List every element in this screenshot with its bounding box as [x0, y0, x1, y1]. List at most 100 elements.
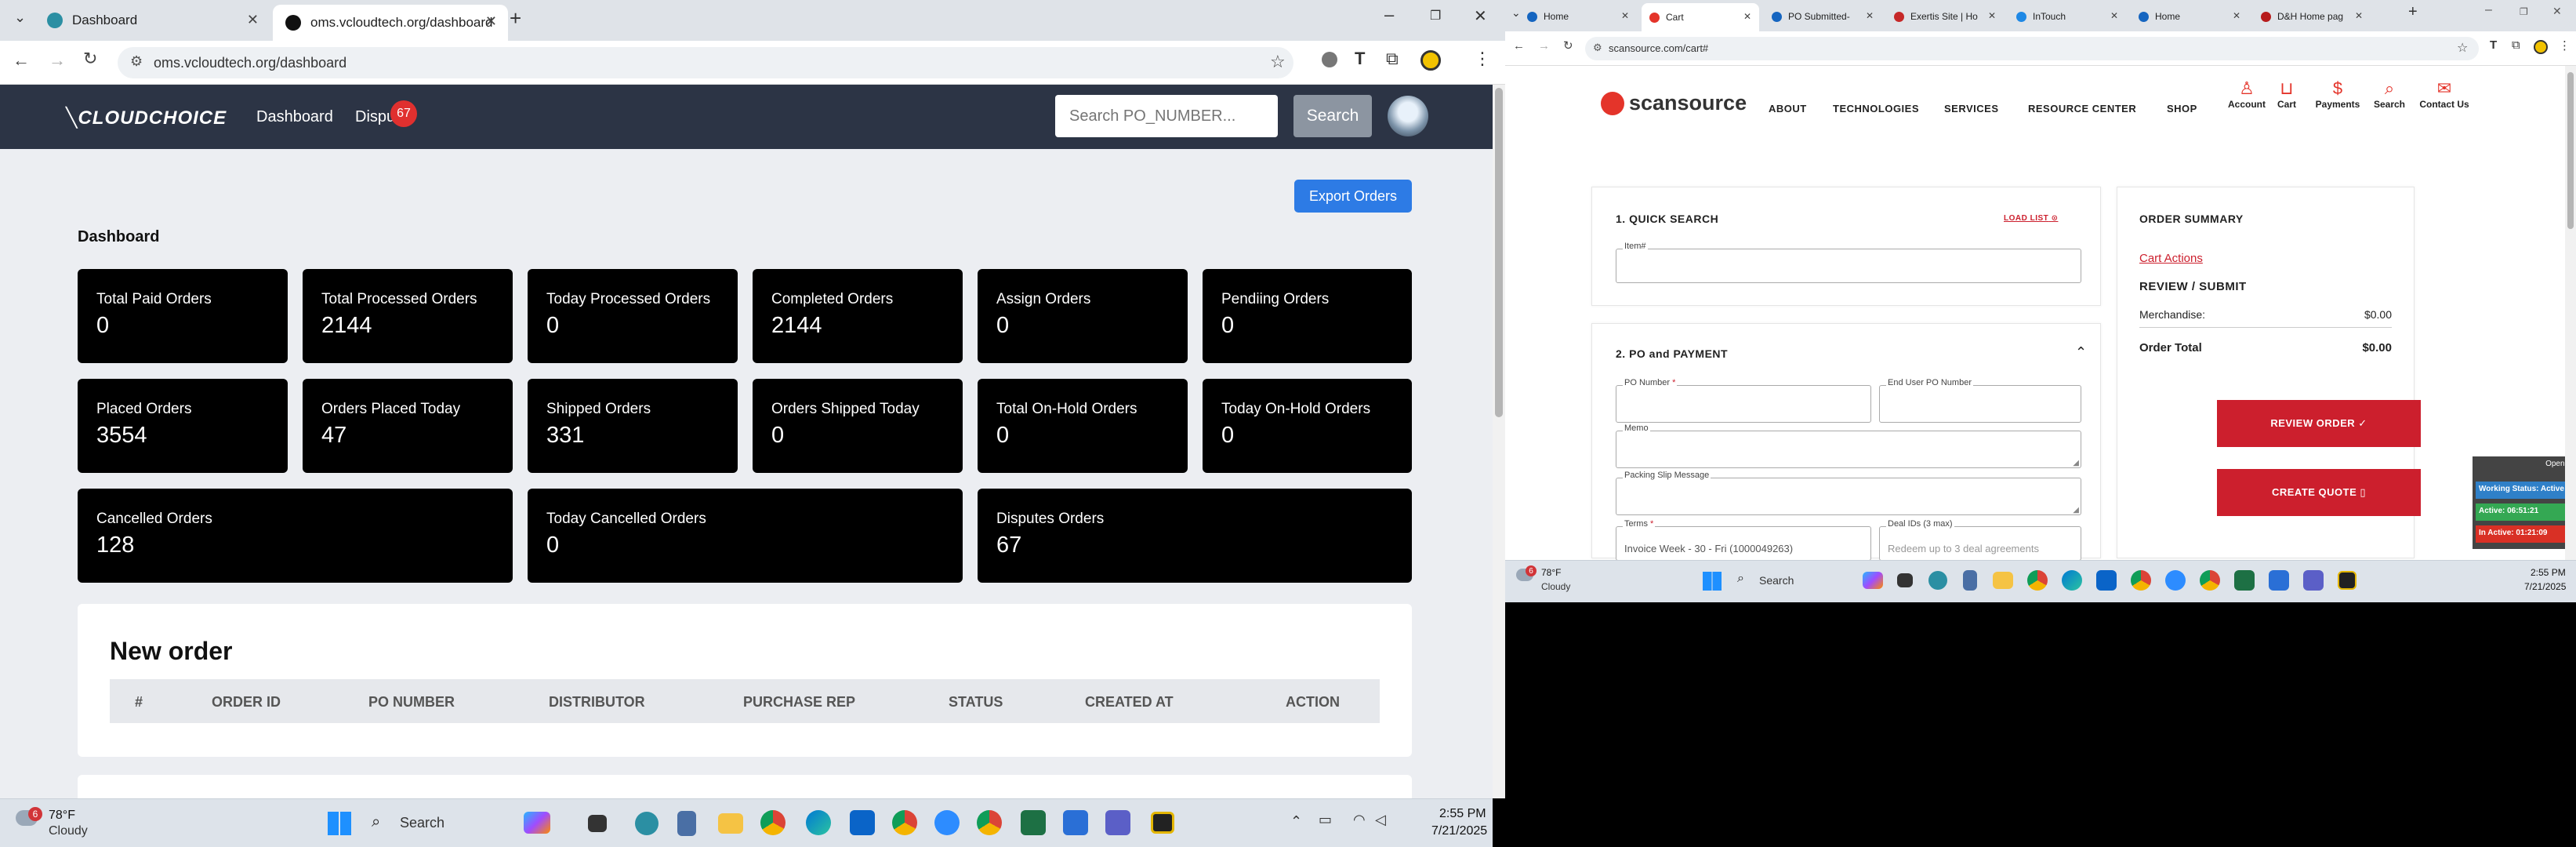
taskbar-search[interactable]: ⌕ Search	[1732, 570, 1850, 592]
header-cart[interactable]: ⊔ Cart	[2267, 78, 2306, 110]
close-window-icon[interactable]: ✕	[1474, 6, 1487, 26]
col-distributor[interactable]: DISTRIBUTOR	[549, 694, 645, 711]
start-windows-icon[interactable]	[328, 812, 351, 835]
tray-chevron-icon[interactable]: ⌃	[1290, 813, 1302, 830]
header-payments[interactable]: $ Payments	[2306, 78, 2369, 110]
tab-search-chevron-icon[interactable]: ⌄	[14, 9, 26, 26]
outlook-icon[interactable]	[850, 810, 875, 835]
bookmark-star-icon[interactable]: ☆	[2457, 40, 2468, 56]
stat-card-assign[interactable]: Assign Orders 0	[978, 269, 1188, 363]
browser-app-icon[interactable]	[1928, 571, 1947, 590]
start-windows-icon[interactable]	[1703, 572, 1722, 591]
browser-app-icon[interactable]	[635, 812, 659, 835]
stat-card-completed[interactable]: Completed Orders 2144	[753, 269, 963, 363]
copilot-icon[interactable]	[1863, 572, 1883, 589]
deal-ids-input[interactable]: Deal IDs (3 max) Redeem up to 3 deal agr…	[1879, 519, 2081, 561]
tab-close-icon[interactable]: ✕	[1988, 10, 1996, 21]
scrollbar[interactable]	[1493, 85, 1505, 798]
terms-select[interactable]: Terms * Invoice Week - 30 - Fri (1000049…	[1616, 519, 1871, 561]
clock-time[interactable]: 2:55 PM	[2531, 567, 2566, 578]
stat-card-total-processed[interactable]: Total Processed Orders 2144	[303, 269, 513, 363]
nav-services[interactable]: SERVICES	[1944, 103, 1999, 115]
review-order-button[interactable]: REVIEW ORDER ✓	[2217, 400, 2421, 447]
forward-icon[interactable]: →	[49, 50, 66, 71]
forward-icon[interactable]: →	[1538, 39, 1550, 53]
resize-handle-icon[interactable]: ◢	[2073, 506, 2079, 514]
scansource-logo[interactable]: scansource	[1601, 91, 1747, 115]
file-manager-icon[interactable]	[588, 815, 607, 832]
reload-icon[interactable]: ↻	[83, 49, 97, 69]
tray-network-icon[interactable]: ◠	[1353, 812, 1366, 828]
remote-desktop-icon[interactable]	[1063, 810, 1088, 835]
chrome-alt-icon[interactable]	[2200, 570, 2220, 591]
tab-right-6[interactable]: D&H Home pag ✕	[2253, 5, 2371, 28]
zoom-icon[interactable]	[2165, 570, 2186, 591]
tab-close-icon[interactable]: ✕	[247, 12, 259, 28]
cart-actions-link[interactable]: Cart Actions	[2139, 252, 2203, 265]
po-number-input[interactable]: PO Number *	[1616, 378, 1871, 423]
scrollbar[interactable]	[2565, 66, 2576, 560]
close-window-icon[interactable]: ✕	[2552, 5, 2562, 18]
tray-volume-icon[interactable]: ◁	[1375, 812, 1386, 828]
maximize-icon[interactable]: ❐	[1430, 8, 1441, 24]
folder-icon[interactable]	[1993, 572, 2013, 589]
po-search-input[interactable]	[1055, 95, 1278, 137]
teams-icon[interactable]	[1105, 810, 1130, 835]
tab-right-0[interactable]: Home ✕	[1519, 5, 1637, 28]
tab-close-icon[interactable]: ✕	[485, 13, 497, 30]
nav-disputes-link[interactable]: Dispu	[355, 108, 395, 126]
packing-slip-textarea[interactable]: Packing Slip Message ◢	[1616, 471, 2081, 515]
end-user-po-input[interactable]: End User PO Number	[1879, 378, 2081, 423]
col-action[interactable]: ACTION	[1286, 694, 1340, 711]
clock-time[interactable]: 2:55 PM	[1439, 807, 1486, 821]
minimize-icon[interactable]: –	[2485, 3, 2492, 17]
excel-icon[interactable]	[1021, 810, 1046, 835]
terminal-app-icon[interactable]	[1151, 812, 1174, 834]
tray-battery-icon[interactable]: ▭	[1319, 812, 1332, 828]
tab-close-icon[interactable]: ✕	[1621, 10, 1629, 21]
chrome-icon[interactable]	[760, 810, 785, 835]
scrollbar-thumb[interactable]	[1495, 88, 1503, 417]
stat-card-total-on-hold[interactable]: Total On-Hold Orders 0	[978, 379, 1188, 473]
scrollbar-thumb[interactable]	[2567, 72, 2574, 229]
edge-icon[interactable]	[806, 810, 831, 835]
col-order-id[interactable]: ORDER ID	[212, 694, 281, 711]
col-index[interactable]: #	[135, 694, 143, 711]
export-orders-button[interactable]: Export Orders	[1294, 180, 1412, 213]
bookmark-star-icon[interactable]: ☆	[1270, 52, 1286, 72]
chrome-profile-icon[interactable]	[892, 810, 917, 835]
site-info-icon[interactable]: ⚙	[130, 53, 143, 70]
edge-icon[interactable]	[2062, 570, 2082, 591]
back-icon[interactable]: ←	[13, 50, 30, 71]
search-button[interactable]: Search	[1293, 95, 1372, 137]
calculator-icon[interactable]	[677, 811, 696, 836]
chrome-profile-icon[interactable]	[2131, 570, 2151, 591]
new-tab-icon[interactable]: +	[2408, 3, 2418, 21]
profile-avatar[interactable]	[2534, 40, 2548, 54]
extension-circle-icon[interactable]	[1322, 52, 1337, 67]
tab-oms-dashboard[interactable]: oms.vcloudtech.org/dashboard ✕	[273, 5, 508, 41]
collapse-chevron-icon[interactable]: ⌃	[2075, 344, 2087, 361]
create-quote-button[interactable]: CREATE QUOTE ▯	[2217, 469, 2421, 516]
reader-mode-icon[interactable]: T	[1355, 49, 1365, 69]
header-contact[interactable]: ✉ Contact Us	[2411, 78, 2477, 110]
copilot-icon[interactable]	[524, 812, 550, 834]
minimize-icon[interactable]: –	[1384, 5, 1394, 25]
header-account[interactable]: ♙ Account	[2223, 78, 2270, 110]
tab-close-icon[interactable]: ✕	[2233, 10, 2240, 21]
nav-technologies[interactable]: TECHNOLOGIES	[1833, 103, 1919, 115]
clock-date[interactable]: 7/21/2025	[2524, 581, 2566, 592]
tab-right-3[interactable]: Exertis Site | Ho ✕	[1886, 5, 2004, 28]
tab-right-4[interactable]: InTouch ✕	[2008, 5, 2126, 28]
back-icon[interactable]: ←	[1513, 39, 1525, 53]
tab-right-2[interactable]: PO Submitted- ✕	[1764, 5, 1881, 28]
new-tab-icon[interactable]: +	[510, 6, 521, 31]
tab-close-icon[interactable]: ✕	[1866, 10, 1874, 21]
nav-shop[interactable]: SHOP	[2167, 103, 2197, 115]
file-manager-icon[interactable]	[1897, 573, 1913, 587]
user-avatar[interactable]	[1388, 96, 1428, 136]
stat-card-today-cancelled[interactable]: Today Cancelled Orders 0	[528, 489, 963, 583]
col-po-number[interactable]: PO NUMBER	[368, 694, 455, 711]
taskbar-search[interactable]: ⌕ Search	[364, 810, 510, 837]
stat-card-shipped-today[interactable]: Orders Shipped Today 0	[753, 379, 963, 473]
